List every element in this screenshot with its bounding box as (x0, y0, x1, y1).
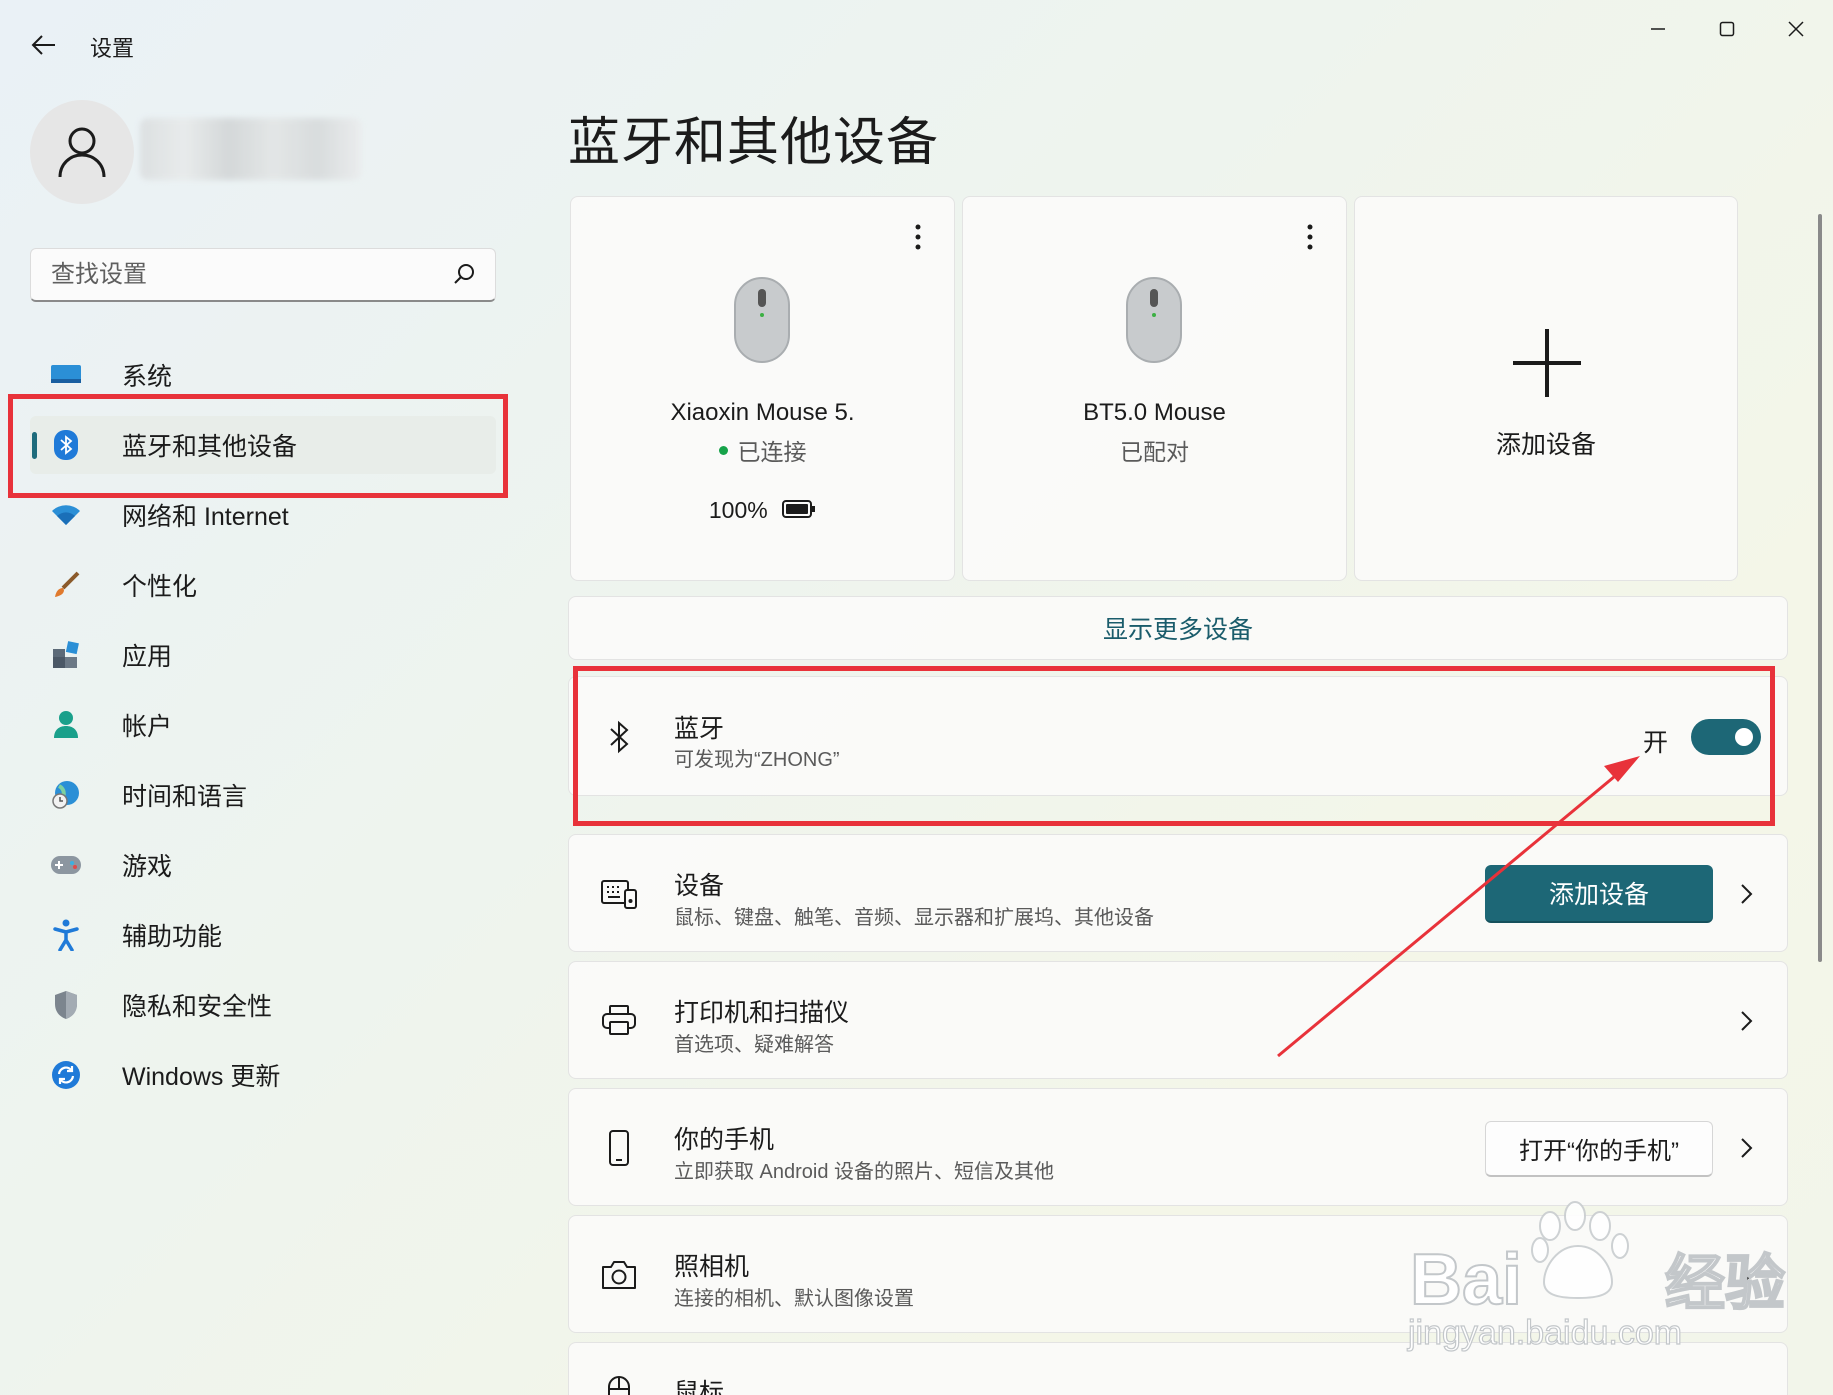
add-device-tile[interactable]: 添加设备 (1354, 196, 1738, 581)
annotation-highlight-sidebar (8, 394, 508, 498)
back-button[interactable] (22, 26, 66, 64)
svg-text:jingyan.baidu.com: jingyan.baidu.com (1407, 1314, 1682, 1352)
accessibility-icon (46, 915, 86, 955)
sidebar-item-label: 系统 (122, 363, 173, 391)
baidu-watermark-logo: Bai 经验 jingyan.baidu.com (1406, 1201, 1786, 1352)
row-title: 你的手机 (674, 1126, 775, 1154)
brush-icon (46, 565, 86, 605)
chevron-right-icon (1741, 884, 1753, 904)
sidebar-item-label: 网络和 Internet (122, 503, 289, 531)
row-title: 设备 (674, 872, 725, 900)
maximize-button[interactable] (1695, 8, 1759, 50)
sidebar-item-label: 时间和语言 (122, 783, 248, 811)
apps-icon (46, 635, 86, 675)
globe-clock-icon (46, 775, 86, 815)
add-device-label: 添加设备 (1495, 431, 1596, 459)
svg-text:Bai: Bai (1410, 1240, 1522, 1320)
printer-icon (599, 1001, 639, 1041)
more-options-icon[interactable] (1298, 221, 1322, 253)
status-dot (718, 446, 728, 456)
camera-icon (599, 1255, 639, 1295)
sidebar-item-time-language[interactable]: 时间和语言 (30, 766, 496, 824)
device-card[interactable]: Xiaoxin Mouse 5. 已连接 100% (570, 196, 955, 581)
device-name: Xiaoxin Mouse 5. (670, 399, 855, 426)
scrollbar[interactable] (1818, 214, 1822, 962)
row-subtitle: 首选项、疑难解答 (674, 1034, 834, 1056)
sidebar-item-gaming[interactable]: 游戏 (30, 836, 496, 894)
chevron-right-icon (1741, 1011, 1753, 1031)
row-title: 打印机和扫描仪 (674, 999, 850, 1027)
sidebar-item-label: 游戏 (122, 853, 173, 881)
svg-text:经验: 经验 (1665, 1249, 1785, 1319)
battery-level: 100% (708, 497, 768, 523)
gamepad-icon (46, 845, 86, 885)
title-bar: 设置 (0, 0, 1833, 90)
sidebar-item-windows-update[interactable]: Windows 更新 (30, 1046, 496, 1104)
search-box[interactable] (30, 248, 496, 302)
row-title: 鼠标 (674, 1379, 725, 1395)
arrow-left-icon (31, 35, 55, 55)
row-subtitle: 立即获取 Android 设备的照片、短信及其他 (674, 1161, 1055, 1183)
chevron-right-icon (1741, 1138, 1753, 1158)
mouse-icon (1126, 277, 1182, 363)
sidebar-item-label: 辅助功能 (122, 923, 223, 951)
account-icon (46, 705, 86, 745)
app-title: 设置 (90, 36, 135, 61)
row-title: 照相机 (674, 1253, 750, 1281)
page-title: 蓝牙和其他设备 (568, 114, 940, 172)
sidebar-item-label: 帐户 (122, 713, 173, 741)
sidebar-item-label: Windows 更新 (122, 1063, 281, 1091)
person-icon (58, 127, 106, 178)
search-input[interactable] (49, 249, 433, 301)
search-icon[interactable] (451, 261, 477, 287)
avatar[interactable] (30, 100, 134, 204)
sidebar-item-apps[interactable]: 应用 (30, 626, 496, 684)
keyboard-icon (599, 874, 639, 914)
row-subtitle: 连接的相机、默认图像设置 (674, 1288, 914, 1310)
sidebar-item-label: 应用 (122, 643, 173, 671)
phone-icon (599, 1128, 639, 1168)
annotation-arrow (1277, 756, 1640, 1058)
row-subtitle: 鼠标、键盘、触笔、音频、显示器和扩展坞、其他设备 (674, 907, 1154, 929)
open-your-phone-button[interactable]: 打开“你的手机” (1485, 1121, 1713, 1177)
minimize-icon (1651, 28, 1665, 30)
mouse-icon (599, 1373, 639, 1395)
battery-icon (782, 499, 816, 518)
device-status: 已配对 (1120, 439, 1189, 465)
sidebar-item-privacy[interactable]: 隐私和安全性 (30, 976, 496, 1034)
sidebar-item-accounts[interactable]: 帐户 (30, 696, 496, 754)
device-name: BT5.0 Mouse (1083, 399, 1226, 426)
more-options-icon[interactable] (906, 221, 930, 253)
shield-icon (46, 985, 86, 1025)
wifi-icon (46, 495, 86, 535)
update-icon (46, 1055, 86, 1095)
monitor-icon (46, 355, 86, 395)
plus-icon (1513, 329, 1581, 397)
mouse-icon (734, 277, 790, 363)
device-status-label: 已连接 (737, 439, 807, 465)
sidebar-item-label: 个性化 (122, 573, 198, 601)
close-icon (1788, 21, 1804, 37)
maximize-icon (1719, 21, 1735, 37)
device-battery: 100% (571, 497, 954, 524)
close-button[interactable] (1764, 8, 1828, 50)
user-name-redacted (140, 118, 362, 180)
device-card[interactable]: BT5.0 Mouse 已配对 (962, 196, 1347, 581)
device-status: 已连接 (571, 433, 954, 467)
sidebar-item-accessibility[interactable]: 辅助功能 (30, 906, 496, 964)
show-more-label: 显示更多设备 (1102, 616, 1253, 644)
sidebar-item-label: 隐私和安全性 (122, 993, 273, 1021)
sidebar-item-personalization[interactable]: 个性化 (30, 556, 496, 614)
minimize-button[interactable] (1626, 8, 1690, 50)
show-more-devices-button[interactable]: 显示更多设备 (568, 596, 1788, 660)
